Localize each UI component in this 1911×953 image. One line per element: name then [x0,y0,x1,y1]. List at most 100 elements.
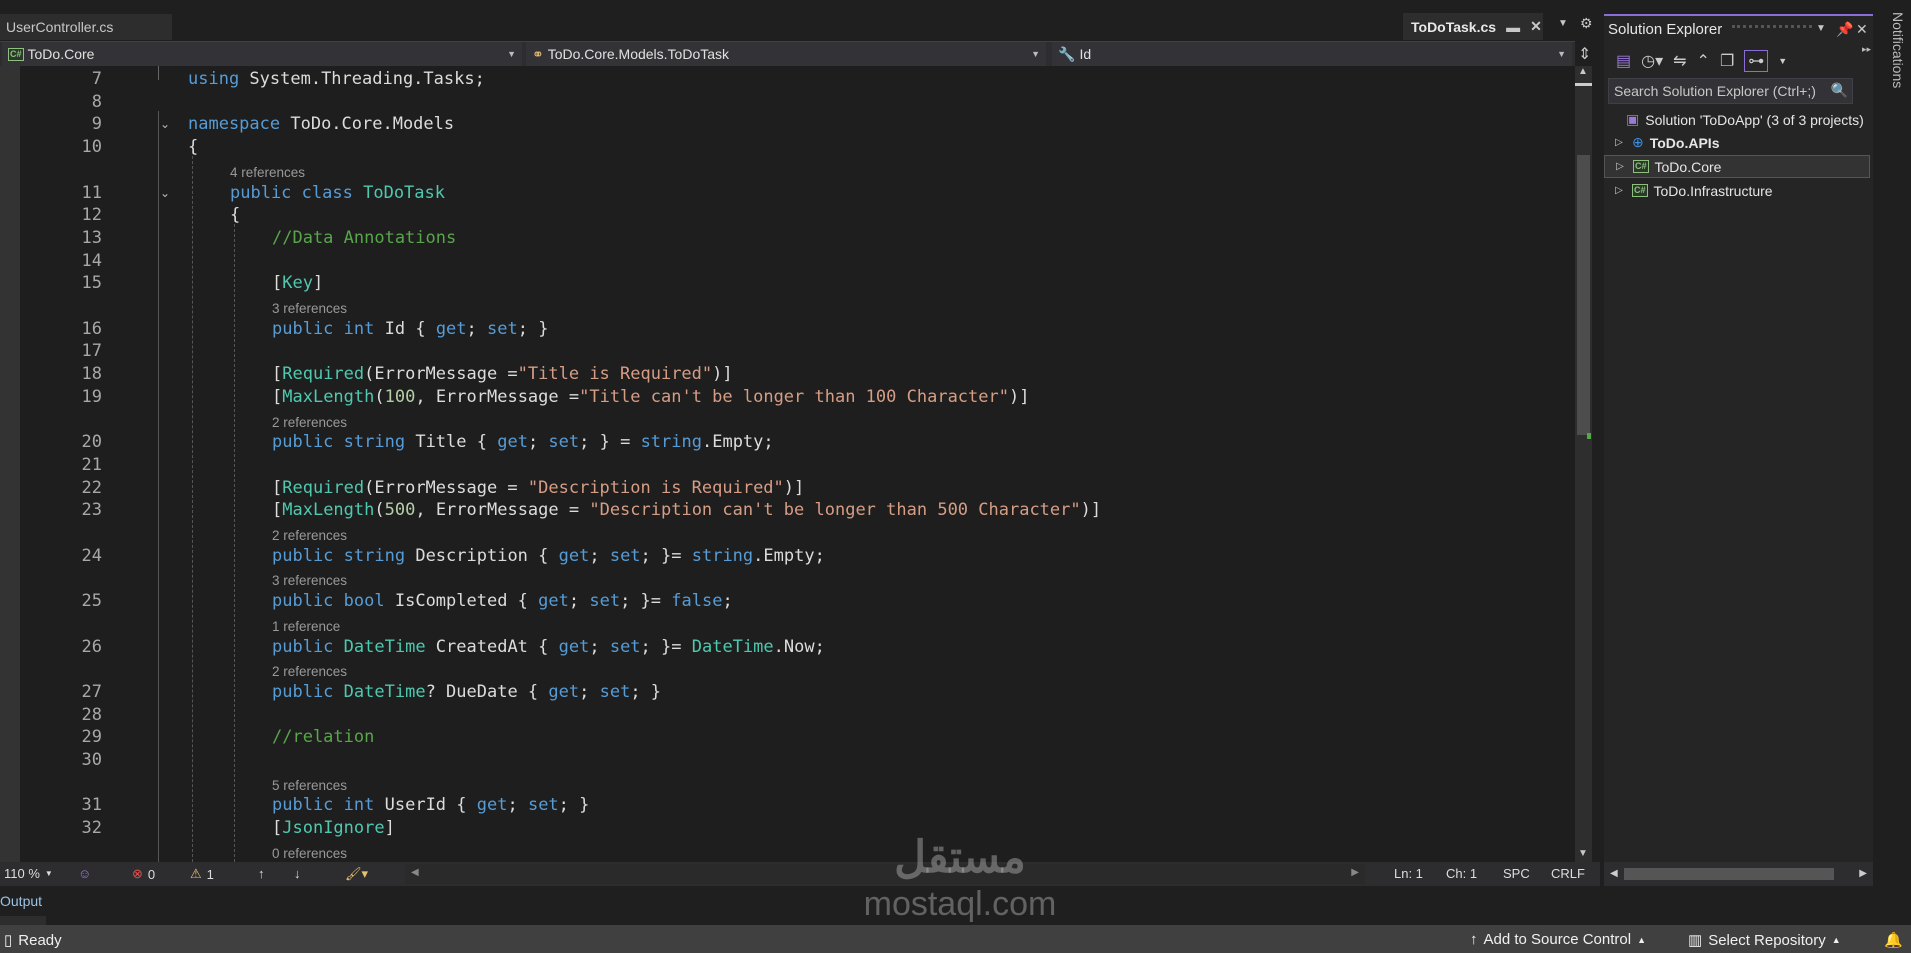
close-icon[interactable]: ✕ [1530,18,1542,35]
code-cleanup-icon[interactable]: 🖌▾ [345,866,368,882]
code-token: "Description can't be longer than 500 Ch… [589,500,1081,521]
code-token: ; [466,318,488,339]
scroll-left-icon[interactable]: ◀ [1610,868,1618,879]
column-indicator[interactable]: Ch: 1 [1446,866,1477,881]
code-text[interactable]: //relation [272,726,374,749]
search-icon[interactable]: 🔍 [1831,82,1848,99]
scrollbar-thumb[interactable] [1624,868,1834,880]
spacing-indicator[interactable]: SPC [1503,866,1530,881]
collapse-all-icon[interactable]: ⌃ [1697,51,1710,71]
tree-item-project[interactable]: ▷ C# ToDo.Core [1604,155,1870,178]
collapse-chevron-icon[interactable]: ⌄ [160,113,170,136]
errors-indicator[interactable]: ⊗ 0 [132,866,155,882]
codelens-row: 2 references [0,658,1575,681]
expand-icon[interactable]: ▷ [1612,185,1626,196]
chevron-down-icon[interactable]: ▼ [1778,56,1787,66]
scroll-up-icon[interactable]: ▲ [1578,66,1588,77]
tree-item-project[interactable]: ▷ ⊕ ToDo.APIs [1604,131,1870,154]
code-token: "Description is Required" [527,477,784,498]
code-token: .Empty; [701,432,774,453]
scroll-left-icon[interactable]: ◀ [411,867,419,878]
code-text[interactable]: { [230,204,240,227]
sync-icon[interactable]: ⇋ [1673,51,1686,71]
solution-search-input[interactable]: Search Solution Explorer (Ctrl+;) 🔍 [1608,78,1853,104]
code-text[interactable]: public DateTime CreatedAt { get; set; }=… [272,636,825,659]
copilot-icon[interactable]: ☺ [78,866,91,881]
line-ending-indicator[interactable]: CRLF [1551,866,1585,881]
code-text[interactable]: public int UserId { get; set; } [272,794,589,817]
code-text[interactable]: using System.Threading.Tasks; [188,68,485,91]
expand-icon[interactable]: ▷ [1613,161,1627,172]
window-position-icon[interactable]: ▼ [1816,23,1826,34]
tree-item-project[interactable]: ▷ C# ToDo.Infrastructure [1604,179,1870,202]
code-text[interactable]: [MaxLength(100, ErrorMessage ="Title can… [272,386,1029,409]
tab-todotask[interactable]: ToDoTask.cs ▬ ✕ [1403,13,1543,40]
tree-item-label: ToDo.Infrastructure [1653,182,1773,199]
expand-icon[interactable]: ▷ [1612,137,1626,148]
scroll-right-icon[interactable]: ▶ [1351,867,1359,878]
pending-changes-filter-icon[interactable]: ◷▾ [1641,51,1663,71]
vertical-scrollbar[interactable]: ▲ ▼ [1575,66,1592,862]
scroll-down-icon[interactable]: ▼ [1578,848,1588,859]
solution-explorer-toolbar: ▤ ◷▾ ⇋ ⌃ ❐ ⊶ ▼ [1604,44,1873,78]
code-line: 7 using System.Threading.Tasks; [0,68,1575,91]
zoom-dropdown[interactable]: 110 % ▼ [4,866,53,881]
code-token: .Empty; [753,545,825,566]
web-project-icon: ⊕ [1632,134,1644,150]
tab-user-controller[interactable]: UserController.cs [0,14,172,40]
code-token: [ [272,477,283,498]
pin-icon[interactable]: ▬ [1506,19,1520,35]
scrollbar-thumb[interactable] [1577,155,1590,435]
notifications-bell-icon[interactable]: 🔔 [1884,931,1903,949]
pin-icon[interactable]: 📌 [1836,21,1853,38]
code-text[interactable]: public string Title { get; set; } = stri… [272,431,774,454]
show-all-files-icon[interactable]: ❐ [1720,51,1734,71]
warning-count: 1 [206,866,214,882]
gear-icon[interactable]: ⚙ [1580,15,1593,32]
code-text[interactable]: public int Id { get; set; } [272,318,548,341]
code-text[interactable]: public string Description { get; set; }=… [272,545,825,568]
notifications-tab[interactable]: Notifications [1876,12,1906,132]
solution-horizontal-scrollbar[interactable]: ◀ ▶ [1604,862,1873,886]
code-token: Required [282,477,365,498]
code-text[interactable]: namespace ToDo.Core.Models [188,113,454,136]
preview-selected-icon[interactable]: ⊶ [1744,50,1769,72]
tab-list-dropdown-icon[interactable]: ▼ [1558,18,1568,29]
project-dropdown[interactable]: C# ToDo.Core ▼ [2,42,522,66]
member-dropdown[interactable]: 🔧 Id ▼ [1052,42,1572,66]
line-number: 14 [81,250,102,271]
scroll-right-icon[interactable]: ▶ [1859,868,1867,879]
drag-grip[interactable] [1732,25,1812,28]
line-number: 13 [81,227,102,248]
code-text[interactable]: //Data Annotations [272,227,456,250]
code-line: 26 public DateTime CreatedAt { get; set; … [0,636,1575,659]
tree-item-solution[interactable]: ▣ Solution 'ToDoApp' (3 of 3 projects) [1604,108,1870,131]
solution-view-icon[interactable]: ▤ [1616,51,1631,71]
code-text[interactable]: { [188,136,198,159]
select-repository-button[interactable]: ▥ Select Repository ▲ [1688,931,1841,950]
add-to-source-control-button[interactable]: ↑ Add to Source Control ▲ [1470,931,1646,948]
csharp-project-icon: C# [1632,184,1648,197]
codelens-row: 4 references [0,159,1575,182]
close-icon[interactable]: ✕ [1856,21,1868,38]
warnings-indicator[interactable]: ⚠ 1 [190,866,214,882]
split-editor-icon[interactable]: ⇕ [1578,44,1591,64]
code-text[interactable]: [Key] [272,272,323,295]
code-text[interactable]: public DateTime? DueDate { get; set; } [272,681,661,704]
code-text[interactable]: public class ToDoTask [230,182,445,205]
codelens-references[interactable]: 0 references [272,843,347,862]
next-arrow-icon[interactable]: ↓ [294,866,301,881]
output-tab[interactable]: Output [0,893,42,909]
tree-item-label: ToDo.APIs [1649,134,1720,151]
collapse-chevron-icon[interactable]: ⌄ [160,182,170,205]
code-text[interactable]: [JsonIgnore] [272,817,395,840]
line-indicator[interactable]: Ln: 1 [1394,866,1423,881]
previous-arrow-icon[interactable]: ↑ [258,866,265,881]
code-text[interactable]: public bool IsCompleted { get; set; }= f… [272,590,733,613]
code-editor[interactable]: 7 using System.Threading.Tasks; 8 9 ⌄ namespa… [0,66,1575,862]
code-text[interactable]: [Required(ErrorMessage ="Title is Requir… [272,363,733,386]
code-text[interactable]: [Required(ErrorMessage = "Description is… [272,477,804,500]
type-dropdown[interactable]: ⚭ ToDo.Core.Models.ToDoTask ▼ [526,42,1046,66]
code-text[interactable]: [MaxLength(500, ErrorMessage = "Descript… [272,499,1101,522]
toolbar-overflow-icon[interactable]: ▸▸ [1862,44,1871,55]
